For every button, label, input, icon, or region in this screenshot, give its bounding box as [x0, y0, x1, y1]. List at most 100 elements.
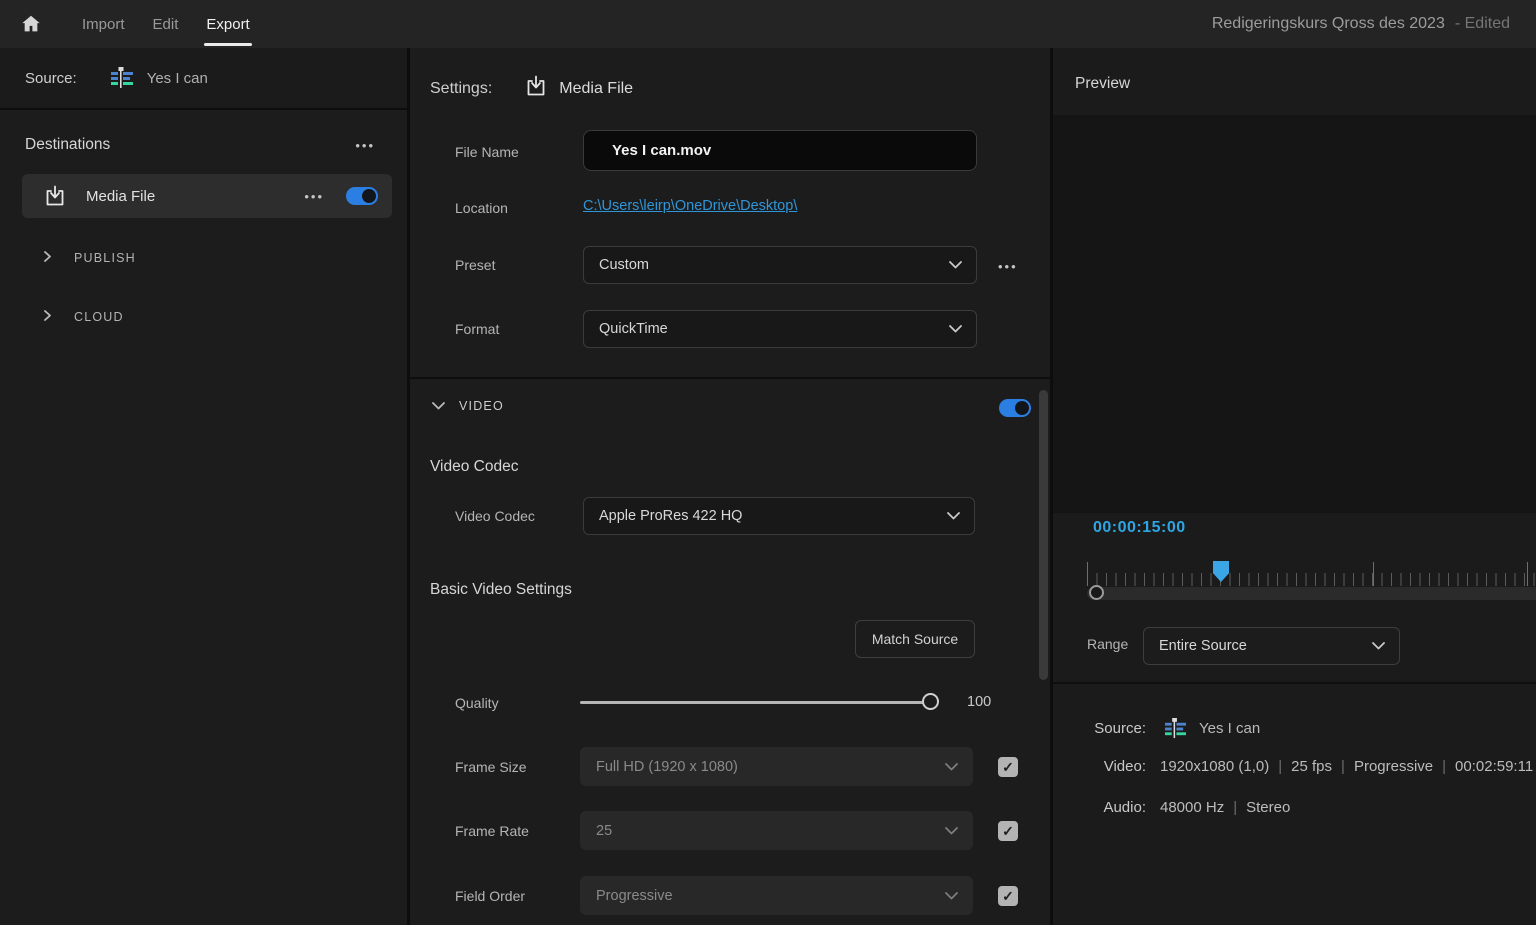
audio-info-values: 48000 Hz | Stereo — [1160, 799, 1290, 816]
field-order-label: Field Order — [455, 888, 525, 904]
timeline-scrollbar[interactable] — [1087, 587, 1536, 600]
frame-size-dropdown: Full HD (1920 x 1080) — [580, 747, 973, 786]
major-tick — [1373, 562, 1374, 586]
field-order-checkbox[interactable]: ✓ — [998, 886, 1018, 906]
chevron-right-icon — [42, 249, 53, 267]
main-area: Source: Yes I can Destinations ••• Media… — [0, 48, 1536, 925]
toggle-knob — [1015, 401, 1029, 415]
video-duration: 00:02:59:11 — [1455, 758, 1533, 775]
frame-rate-label: Frame Rate — [455, 823, 529, 839]
media-file-toggle[interactable] — [346, 187, 378, 205]
separator: | — [1442, 758, 1446, 775]
destinations-panel: Source: Yes I can Destinations ••• Media… — [0, 48, 410, 925]
frame-size-label: Frame Size — [455, 759, 527, 775]
quality-slider-handle[interactable] — [922, 693, 939, 710]
publish-label: PUBLISH — [74, 251, 136, 265]
video-section-header[interactable]: VIDEO — [432, 397, 504, 415]
source-label: Source: — [1087, 720, 1146, 737]
video-codec-dropdown[interactable]: Apple ProRes 422 HQ — [583, 497, 975, 535]
audio-info-label: Audio: — [1087, 799, 1146, 816]
chevron-down-icon — [1372, 637, 1385, 655]
chevron-down-icon — [947, 507, 960, 525]
media-file-label: Media File — [86, 188, 304, 205]
media-file-more-icon[interactable]: ••• — [304, 190, 324, 203]
sequence-icon — [1165, 718, 1186, 739]
group-cloud[interactable]: CLOUD — [0, 305, 407, 329]
audio-sample-rate: 48000 Hz — [1160, 799, 1224, 816]
project-title: Redigeringskurs Qross des 2023 - Edited — [1212, 0, 1510, 48]
vertical-scrollbar[interactable] — [1039, 390, 1048, 680]
video-codec-label: Video Codec — [455, 508, 535, 524]
match-source-button[interactable]: Match Source — [855, 620, 975, 658]
source-name: Yes I can — [1199, 720, 1260, 737]
project-name: Redigeringskurs Qross des 2023 — [1212, 15, 1445, 33]
toggle-knob — [362, 189, 376, 203]
timeline-ruler[interactable] — [1087, 556, 1536, 586]
video-info-label: Video: — [1087, 758, 1146, 775]
group-publish[interactable]: PUBLISH — [0, 246, 407, 270]
video-section-label: VIDEO — [459, 399, 504, 413]
timeline-scroll-handle[interactable] — [1089, 585, 1104, 600]
video-scan-type: Progressive — [1354, 758, 1433, 775]
settings-header: Settings: Media File — [430, 75, 633, 102]
chevron-down-icon — [949, 256, 962, 274]
edited-badge: - Edited — [1455, 15, 1510, 33]
field-order-value: Progressive — [596, 888, 945, 904]
video-section-toggle[interactable] — [999, 399, 1031, 417]
preset-more-icon[interactable]: ••• — [998, 260, 1018, 273]
frame-rate-value: 25 — [596, 823, 945, 839]
sequence-icon — [111, 67, 133, 89]
video-info-values: 1920x1080 (1,0) | 25 fps | Progressive |… — [1160, 758, 1533, 775]
file-name-label: File Name — [455, 144, 519, 160]
home-button[interactable] — [8, 0, 54, 48]
chevron-down-icon — [945, 822, 958, 840]
cloud-label: CLOUD — [74, 310, 124, 324]
section-divider — [1053, 682, 1536, 684]
location-label: Location — [455, 200, 508, 216]
tab-edit[interactable]: Edit — [139, 0, 193, 48]
frame-rate-checkbox[interactable]: ✓ — [998, 821, 1018, 841]
frame-size-checkbox[interactable]: ✓ — [998, 757, 1018, 777]
separator: | — [1278, 758, 1282, 775]
quality-slider-track[interactable] — [580, 701, 930, 704]
source-header: Source: Yes I can — [0, 48, 407, 110]
video-codec-group-title: Video Codec — [430, 458, 518, 476]
source-name: Yes I can — [147, 70, 208, 87]
range-value: Entire Source — [1159, 638, 1372, 654]
home-icon — [20, 13, 42, 35]
format-dropdown[interactable]: QuickTime — [583, 310, 977, 348]
format-label: Format — [455, 321, 499, 337]
video-resolution: 1920x1080 (1,0) — [1160, 758, 1269, 775]
destinations-title: Destinations — [25, 136, 110, 154]
basic-video-settings-title: Basic Video Settings — [430, 581, 572, 599]
tab-import[interactable]: Import — [68, 0, 139, 48]
top-bar: Import Edit Export Redigeringskurs Qross… — [0, 0, 1536, 48]
section-divider — [410, 377, 1050, 379]
tab-export[interactable]: Export — [192, 0, 263, 48]
location-link[interactable]: C:\Users\leirp\OneDrive\Desktop\ — [583, 198, 797, 214]
frame-rate-dropdown: 25 — [580, 811, 973, 850]
media-file-icon — [525, 75, 547, 102]
preset-dropdown[interactable]: Custom — [583, 246, 977, 284]
chevron-down-icon — [432, 397, 445, 415]
audio-info-row: Audio: 48000 Hz | Stereo — [1087, 799, 1290, 816]
chevron-down-icon — [945, 887, 958, 905]
settings-panel: Settings: Media File File Name Location … — [410, 48, 1053, 925]
export-window: Import Edit Export Redigeringskurs Qross… — [0, 0, 1536, 925]
preview-video-frame — [1053, 115, 1536, 513]
playhead[interactable] — [1213, 561, 1229, 582]
preview-title: Preview — [1075, 75, 1130, 93]
chevron-down-icon — [945, 758, 958, 776]
field-order-dropdown: Progressive — [580, 876, 973, 915]
audio-channels: Stereo — [1246, 799, 1290, 816]
frame-size-value: Full HD (1920 x 1080) — [596, 759, 945, 775]
settings-label: Settings: — [430, 80, 492, 98]
source-label: Source: — [25, 70, 77, 87]
range-dropdown[interactable]: Entire Source — [1143, 627, 1400, 665]
destination-media-file[interactable]: Media File ••• — [22, 174, 392, 218]
quality-label: Quality — [455, 695, 499, 711]
file-name-input[interactable] — [583, 130, 977, 171]
destinations-more-icon[interactable]: ••• — [355, 139, 375, 152]
separator: | — [1341, 758, 1345, 775]
settings-destination-name: Media File — [559, 80, 633, 98]
